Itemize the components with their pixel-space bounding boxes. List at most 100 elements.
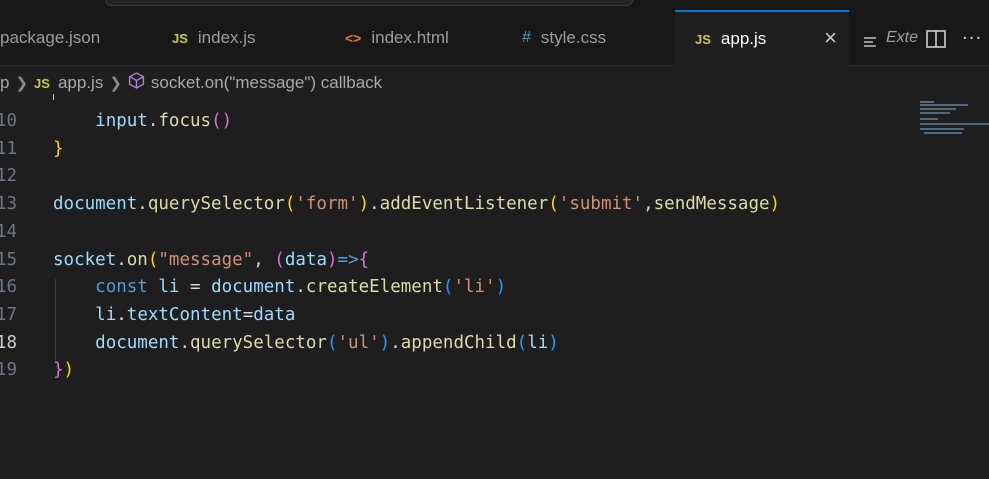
code-line[interactable]: 17 li.textContent=data [0, 302, 900, 330]
code-text: const li = document.createElement('li') [53, 274, 506, 302]
code-token: ( [326, 332, 338, 353]
code-token: , [253, 249, 275, 270]
code-token: "message" [158, 249, 254, 270]
editor-window: package.json JS index.js <> index.html #… [0, 0, 989, 479]
code-token: sendMessage [653, 194, 770, 215]
code-line[interactable]: 18 document.querySelector('ul').appendCh… [0, 330, 900, 358]
code-token: ) [327, 249, 338, 270]
tab-label: style.css [540, 28, 607, 47]
code-line[interactable]: 10 input.focus() [0, 108, 900, 136]
tab-label: package.json [0, 28, 101, 47]
code-token: } [53, 138, 64, 159]
line-number: 15 [0, 249, 17, 270]
line-number: 16 [0, 277, 17, 298]
code-token: const [95, 277, 148, 298]
minimap-line [920, 104, 968, 106]
minimap-line [920, 128, 964, 130]
line-number: 11 [0, 138, 17, 159]
code-token: . [116, 304, 127, 325]
code-token: = [179, 277, 212, 298]
code-editor[interactable]: 10 input.focus() 11} 12 13 document.querySel… [0, 94, 989, 479]
breadcrumb-root[interactable]: p [0, 73, 9, 93]
tab-index-html[interactable]: <> index.html [325, 10, 500, 66]
code-token: ( [548, 194, 559, 215]
breadcrumb: p ❯ JS app.js ❯ socket.on("message") cal… [0, 67, 989, 99]
split-editor-icon[interactable] [926, 30, 946, 52]
code-token: addEventListener [379, 194, 549, 215]
code-token: . [369, 194, 380, 215]
minimap-line [920, 112, 950, 114]
code-token: ) [495, 277, 507, 298]
code-token: ( [284, 194, 296, 215]
tab-label: app.js [720, 29, 767, 48]
code-text: socket.on("message", (data)=>{ [53, 247, 369, 275]
code-line[interactable]: 15 socket.on("message", (data)=>{ [0, 247, 900, 275]
code-token: ) [358, 194, 370, 215]
code-line[interactable]: 14 [0, 219, 900, 247]
code-token: ) [63, 360, 75, 381]
chevron-right-icon: ❯ [109, 75, 122, 92]
code-line[interactable]: 16 const li = document.createElement('li… [0, 274, 900, 302]
code-token: focus [158, 111, 212, 131]
code-token: . [179, 332, 190, 353]
code-line[interactable]: 12 [0, 163, 900, 191]
extension-tab-label[interactable]: Exte [886, 29, 918, 47]
js-file-icon: JS [172, 30, 188, 46]
js-file-icon: JS [695, 31, 711, 47]
code-token: ) [769, 194, 781, 215]
code-line[interactable]: 11} [0, 136, 900, 164]
tab-app-js[interactable]: JS app.js × [675, 10, 849, 66]
preview-icon[interactable] [864, 34, 878, 53]
code-token: input [95, 111, 148, 131]
tab-index-js[interactable]: JS index.js [150, 10, 325, 66]
minimap-line [920, 101, 934, 103]
chevron-right-icon: ❯ [15, 75, 29, 92]
code-token: li [95, 304, 117, 325]
minimap-line [920, 123, 989, 125]
code-token: 'submit' [558, 194, 644, 215]
line-number: 14 [0, 221, 17, 242]
code-token: . [147, 111, 159, 131]
code-token: document [95, 332, 180, 353]
line-number: 13 [0, 194, 17, 215]
code-text: document.querySelector('ul').appendChild… [53, 330, 559, 358]
line-number: 18 [0, 332, 17, 353]
code-text: document.querySelector('form').addEventL… [53, 191, 780, 219]
code-token: ( [442, 277, 454, 298]
code-token: . [295, 277, 306, 298]
code-line[interactable]: 13 document.querySelector('form').addEven… [0, 191, 900, 219]
code-token: ) [379, 332, 391, 353]
code-token: . [390, 332, 401, 353]
code-token: createElement [305, 277, 443, 298]
minimap[interactable] [912, 99, 989, 159]
code-token: querySelector [190, 332, 327, 353]
command-center[interactable] [105, 0, 633, 6]
html-file-icon: <> [345, 30, 362, 46]
more-actions-icon[interactable]: ··· [962, 28, 982, 49]
code-token: document [53, 194, 138, 215]
code-token: socket [53, 249, 117, 270]
code-token: 'ul' [337, 332, 380, 353]
tab-style-css[interactable]: # style.css [500, 10, 675, 66]
minimap-line [920, 108, 956, 110]
title-bar [0, 0, 989, 10]
breadcrumb-symbol[interactable]: socket.on("message") callback [151, 73, 382, 93]
tab-package-json[interactable]: package.json [0, 10, 150, 66]
code-token: querySelector [147, 194, 285, 215]
code-token: document [211, 277, 296, 298]
code-token: appendChild [400, 332, 517, 353]
code-line[interactable]: 19}) [0, 357, 900, 385]
code-token: , [643, 194, 654, 215]
breadcrumb-file[interactable]: app.js [58, 73, 103, 93]
code-token: ) [548, 332, 559, 353]
tab-label: index.js [197, 28, 256, 47]
code-token: li [158, 277, 180, 298]
code-token: on [126, 249, 148, 270]
close-icon[interactable]: × [824, 26, 837, 50]
code-token: { [358, 249, 370, 270]
tab-bar: package.json JS index.js <> index.html #… [0, 10, 989, 66]
